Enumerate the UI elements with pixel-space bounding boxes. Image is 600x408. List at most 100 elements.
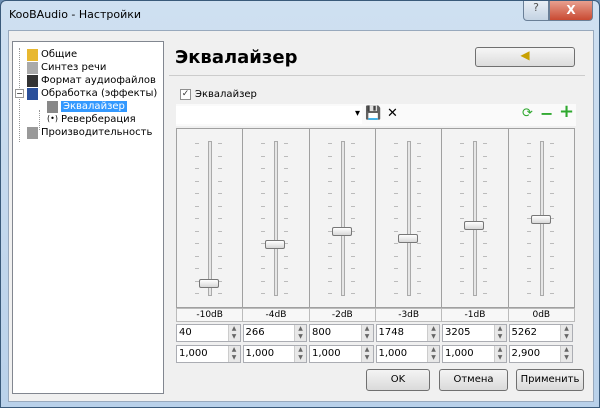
tree-item[interactable]: − Обработка (эффекты) [15, 87, 157, 100]
spin-down-icon[interactable]: ▼ [428, 354, 439, 362]
preset-combobox[interactable]: ▾ [176, 106, 362, 124]
spinbox-value[interactable]: 1,000 [246, 348, 275, 359]
spin-down-icon[interactable]: ▼ [561, 354, 572, 362]
gain-slider-thumb[interactable] [199, 279, 219, 289]
spin-up-icon[interactable]: ▲ [295, 325, 306, 333]
spin-arrows[interactable]: ▲ ▼ [427, 325, 439, 341]
collapse-icon[interactable]: − [15, 89, 24, 98]
band-column [308, 128, 375, 308]
spinbox-value[interactable]: 266 [246, 327, 265, 338]
spin-down-icon[interactable]: ▼ [229, 354, 240, 362]
gain-slider-thumb[interactable] [397, 233, 418, 243]
equalizer-enable-checkbox[interactable]: ✓ Эквалайзер [180, 89, 257, 100]
spin-up-icon[interactable]: ▲ [362, 346, 373, 354]
spin-up-icon[interactable]: ▲ [561, 346, 572, 354]
spin-up-icon[interactable]: ▲ [495, 346, 506, 354]
gain-slider-track[interactable] [340, 141, 345, 296]
tree-item[interactable]: Формат аудиофайлов [27, 74, 156, 87]
frequency-spinbox[interactable]: 1748 ▲ ▼ [375, 324, 440, 342]
dropdown-arrow-icon[interactable]: ▾ [355, 108, 360, 119]
spin-down-icon[interactable]: ▼ [561, 333, 572, 341]
checkbox-box[interactable]: ✓ [180, 89, 191, 100]
reset-icon[interactable]: ⟳ [522, 107, 533, 121]
q-factor-spinbox[interactable]: 1,000 ▲ ▼ [242, 345, 307, 363]
spin-up-icon[interactable]: ▲ [561, 325, 572, 333]
spin-down-icon[interactable]: ▼ [428, 333, 439, 341]
spin-up-icon[interactable]: ▲ [229, 325, 240, 333]
frequency-spinbox[interactable]: 5262 ▲ ▼ [508, 324, 573, 342]
spin-arrows[interactable]: ▲ ▼ [294, 346, 306, 362]
spin-arrows[interactable]: ▲ ▼ [294, 325, 306, 341]
remove-band-icon[interactable]: − [540, 106, 553, 122]
q-factor-spinbox[interactable]: 1,000 ▲ ▼ [176, 345, 241, 363]
spin-up-icon[interactable]: ▲ [362, 325, 373, 333]
spin-up-icon[interactable]: ▲ [295, 346, 306, 354]
q-factor-spinbox[interactable]: 1,000 ▲ ▼ [309, 345, 374, 363]
spinbox-value[interactable]: 1748 [379, 327, 404, 338]
spinbox-value[interactable]: 1,000 [179, 348, 208, 359]
spin-up-icon[interactable]: ▲ [495, 325, 506, 333]
spin-up-icon[interactable]: ▲ [428, 346, 439, 354]
spin-arrows[interactable]: ▲ ▼ [560, 325, 572, 341]
tree-item[interactable]: Эквалайзер [47, 100, 127, 113]
gain-slider-track[interactable] [406, 141, 411, 296]
spin-down-icon[interactable]: ▼ [295, 354, 306, 362]
spin-down-icon[interactable]: ▼ [495, 333, 506, 341]
band-gain-label: -3dB [374, 308, 442, 322]
cancel-button[interactable]: Отмена [439, 369, 508, 391]
spin-down-icon[interactable]: ▼ [295, 333, 306, 341]
spin-arrows[interactable]: ▲ ▼ [227, 346, 240, 362]
spin-down-icon[interactable]: ▼ [229, 333, 240, 341]
tree-item[interactable]: (•) Реверберация [47, 113, 136, 126]
spin-down-icon[interactable]: ▼ [362, 333, 373, 341]
q-factor-spinbox[interactable]: 2,900 ▲ ▼ [508, 345, 573, 363]
close-button[interactable]: X [549, 1, 593, 21]
spin-up-icon[interactable]: ▲ [229, 346, 240, 354]
gain-slider-track[interactable] [208, 141, 212, 296]
gain-slider-track[interactable] [473, 141, 478, 296]
tree-item-label: Синтез речи [41, 62, 107, 73]
spinbox-value[interactable]: 2,900 [512, 348, 541, 359]
spin-arrows[interactable]: ▲ ▼ [427, 346, 439, 362]
equalizer-icon [47, 100, 58, 113]
spinbox-value[interactable]: 40 [179, 327, 192, 338]
frequency-spinbox[interactable]: 800 ▲ ▼ [309, 324, 374, 342]
spinbox-value[interactable]: 1,000 [312, 348, 341, 359]
frequency-spinbox[interactable]: 40 ▲ ▼ [176, 324, 241, 342]
gain-slider-thumb[interactable] [331, 227, 352, 237]
gain-slider-thumb[interactable] [464, 220, 485, 230]
spinbox-value[interactable]: 3205 [445, 327, 470, 338]
spin-arrows[interactable]: ▲ ▼ [360, 346, 373, 362]
spin-arrows[interactable]: ▲ ▼ [493, 325, 506, 341]
spinbox-value[interactable]: 1,000 [445, 348, 474, 359]
spin-arrows[interactable]: ▲ ▼ [493, 346, 506, 362]
gain-slider-thumb[interactable] [530, 214, 551, 224]
tree-item[interactable]: Синтез речи [27, 61, 106, 74]
settings-tree[interactable]: Общие Синтез речи Формат аудиофайлов − Обраб… [12, 41, 164, 394]
save-preset-icon[interactable]: 💾 [365, 107, 381, 121]
q-factor-spinbox[interactable]: 1,000 ▲ ▼ [442, 345, 507, 363]
tree-item[interactable]: Производительность [27, 126, 152, 139]
spin-down-icon[interactable]: ▼ [362, 354, 373, 362]
spin-up-icon[interactable]: ▲ [428, 325, 439, 333]
frequency-spinbox[interactable]: 3205 ▲ ▼ [442, 324, 507, 342]
spin-arrows[interactable]: ▲ ▼ [227, 325, 240, 341]
help-button[interactable]: ? [523, 1, 549, 21]
gain-slider-track[interactable] [274, 141, 279, 296]
spinbox-value[interactable]: 5262 [512, 327, 537, 338]
spinbox-value[interactable]: 1,000 [379, 348, 408, 359]
add-band-icon[interactable]: + [559, 103, 574, 121]
band-column [374, 128, 442, 308]
delete-preset-icon[interactable]: ✕ [387, 107, 398, 121]
q-factor-spinbox[interactable]: 1,000 ▲ ▼ [375, 345, 440, 363]
preview-sound-button[interactable]: ◀ [475, 47, 575, 67]
spin-down-icon[interactable]: ▼ [495, 354, 506, 362]
spin-arrows[interactable]: ▲ ▼ [360, 325, 373, 341]
gain-slider-thumb[interactable] [265, 240, 286, 250]
ok-button[interactable]: OK [366, 369, 430, 391]
spinbox-value[interactable]: 800 [312, 327, 331, 338]
frequency-spinbox[interactable]: 266 ▲ ▼ [242, 324, 307, 342]
tree-item[interactable]: Общие [27, 48, 77, 61]
spin-arrows[interactable]: ▲ ▼ [560, 346, 572, 362]
apply-button[interactable]: Применить [516, 369, 584, 391]
